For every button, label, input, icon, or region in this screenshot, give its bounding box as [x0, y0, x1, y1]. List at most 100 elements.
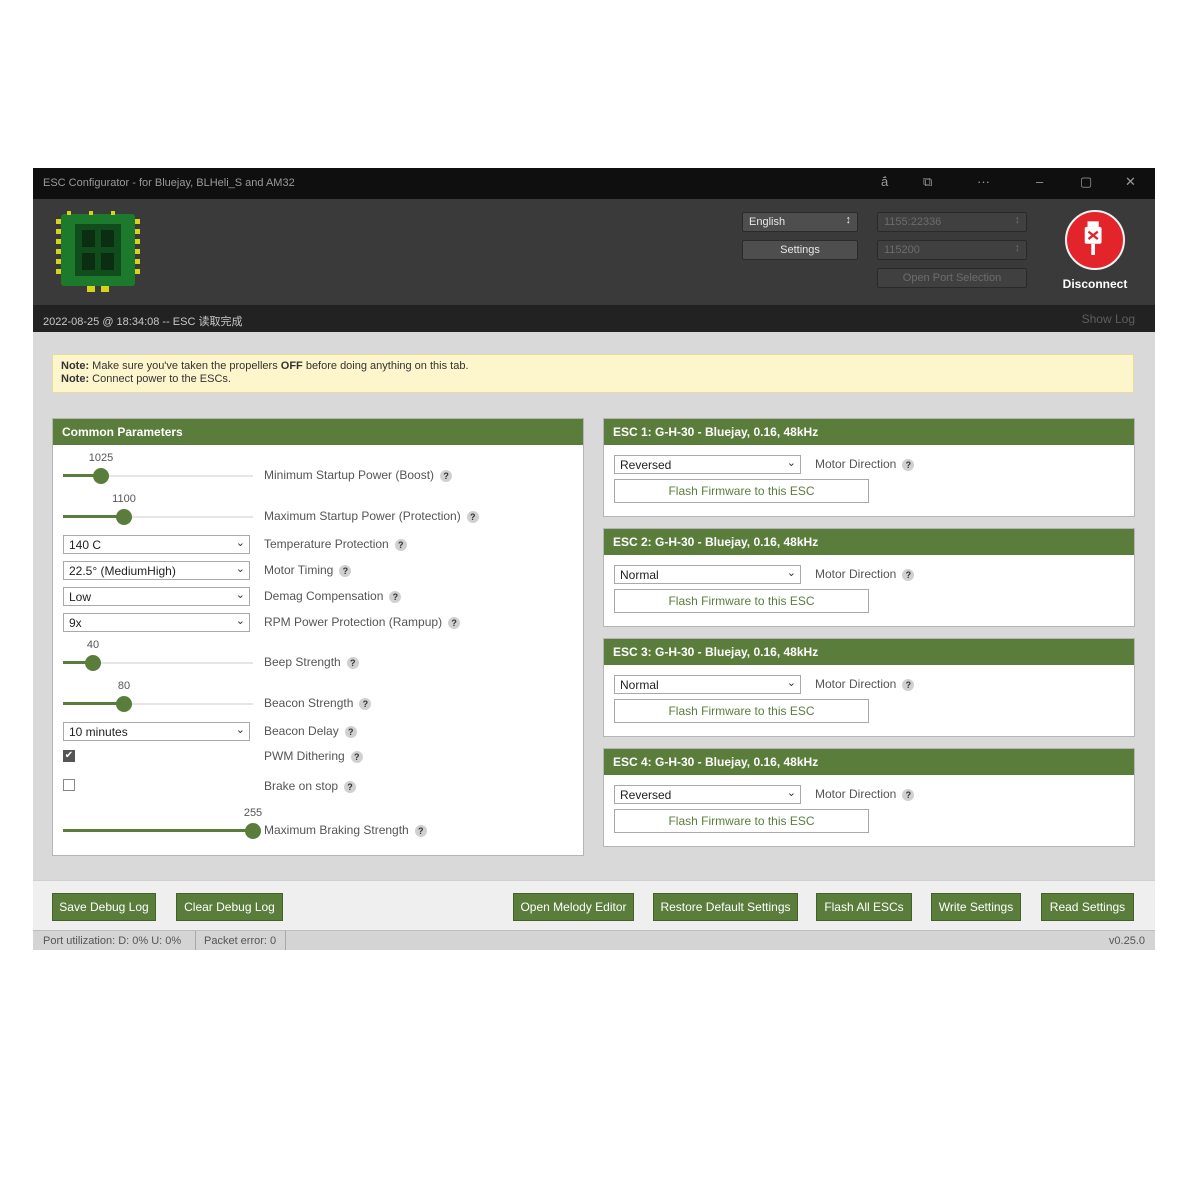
help-icon[interactable]: ?	[344, 725, 357, 738]
slider-thumb[interactable]	[116, 696, 132, 712]
note-line-2: Note: Connect power to the ESCs.	[61, 373, 1125, 386]
help-icon[interactable]: ?	[344, 780, 357, 793]
maximize-icon[interactable]: ▢	[1080, 174, 1092, 190]
help-icon[interactable]: ?	[902, 458, 915, 471]
minimize-icon[interactable]: –	[1036, 174, 1043, 189]
help-icon[interactable]: ?	[902, 678, 915, 691]
updown-icon: ↕	[1014, 214, 1021, 226]
label-text: Maximum Braking Strength	[264, 823, 409, 837]
help-icon[interactable]: ?	[466, 510, 479, 523]
slider-value: 1100	[112, 493, 136, 505]
flash-esc-button[interactable]: Flash Firmware to this ESC	[614, 479, 869, 503]
esc-title: ESC 3: G-H-30 - Bluejay, 0.16, 48kHz	[604, 639, 1134, 665]
title-bar: ESC Configurator - for Bluejay, BLHeli_S…	[33, 168, 1155, 199]
min-startup-slider[interactable]: 1025	[63, 452, 253, 486]
flash-esc-button[interactable]: Flash Firmware to this ESC	[614, 809, 869, 833]
translate-icon[interactable]: ā́	[881, 174, 888, 189]
open-port-button[interactable]: Open Port Selection	[877, 268, 1027, 288]
language-select[interactable]: English ↕	[742, 212, 858, 232]
slider-thumb[interactable]	[116, 509, 132, 525]
select-value: Reversed	[620, 458, 672, 472]
esc-1-panel: ESC 1: G-H-30 - Bluejay, 0.16, 48kHz Rev…	[603, 418, 1135, 517]
disconnect-label: Disconnect	[1062, 277, 1128, 291]
cast-icon[interactable]: ⧉	[923, 174, 932, 190]
help-icon[interactable]: ?	[359, 697, 372, 710]
rpm-protection-select[interactable]: 9x ⌄	[63, 613, 250, 632]
help-icon[interactable]: ?	[448, 616, 461, 629]
slider-thumb[interactable]	[245, 823, 261, 839]
chevron-down-icon: ⌄	[786, 567, 796, 579]
write-settings-button[interactable]: Write Settings	[931, 893, 1021, 921]
port-value: 1155:22336	[884, 216, 942, 228]
settings-button[interactable]: Settings	[742, 240, 858, 260]
footer-toolbar: Save Debug Log Clear Debug Log Open Melo…	[33, 880, 1155, 931]
save-debug-log-button[interactable]: Save Debug Log	[52, 893, 156, 921]
motor-direction-label: Motor Direction?	[815, 787, 915, 801]
pwm-dithering-checkbox[interactable]: ✔	[63, 750, 75, 762]
braking-strength-slider[interactable]: 255	[63, 807, 262, 841]
clear-debug-log-button[interactable]: Clear Debug Log	[176, 893, 283, 921]
max-startup-slider[interactable]: 1100	[63, 493, 253, 527]
chevron-down-icon: ⌄	[235, 615, 245, 627]
select-value: Low	[69, 590, 92, 604]
select-value: Reversed	[620, 788, 672, 802]
temperature-select[interactable]: 140 C ⌄	[63, 535, 250, 554]
help-icon[interactable]: ?	[350, 750, 363, 763]
show-log-link[interactable]: Show Log	[1082, 312, 1135, 326]
motor-direction-select[interactable]: Normal ⌄	[614, 675, 801, 694]
help-icon[interactable]: ?	[414, 824, 427, 837]
updown-icon: ↕	[1014, 242, 1021, 254]
brake-on-stop-checkbox[interactable]	[63, 779, 75, 791]
read-settings-button[interactable]: Read Settings	[1041, 893, 1134, 921]
beacon-strength-slider[interactable]: 80	[63, 680, 253, 714]
slider-thumb[interactable]	[85, 655, 101, 671]
more-icon[interactable]: ···	[977, 174, 990, 189]
motor-direction-select[interactable]: Reversed ⌄	[614, 785, 801, 804]
close-icon[interactable]: ✕	[1125, 174, 1136, 190]
slider-fill	[63, 829, 253, 832]
beep-strength-slider[interactable]: 40	[63, 639, 253, 673]
port-select[interactable]: 1155:22336 ↕	[877, 212, 1027, 232]
help-icon[interactable]: ?	[902, 568, 915, 581]
motor-direction-select[interactable]: Normal ⌄	[614, 565, 801, 584]
restore-default-settings-button[interactable]: Restore Default Settings	[653, 893, 798, 921]
label-text: Motor Direction	[815, 787, 897, 801]
help-icon[interactable]: ?	[902, 788, 915, 801]
help-icon[interactable]: ?	[339, 564, 352, 577]
chevron-down-icon: ⌄	[235, 537, 245, 549]
beacon-delay-select[interactable]: 10 minutes ⌄	[63, 722, 250, 741]
label-text: RPM Power Protection (Rampup)	[264, 615, 443, 629]
updown-icon: ↕	[845, 214, 852, 226]
select-value: Normal	[620, 678, 659, 692]
note-bold: Note:	[61, 373, 90, 385]
esc-title: ESC 1: G-H-30 - Bluejay, 0.16, 48kHz	[604, 419, 1134, 445]
note-text: Connect power to the ESCs.	[89, 373, 231, 385]
flash-all-escs-button[interactable]: Flash All ESCs	[816, 893, 912, 921]
demag-label: Demag Compensation?	[264, 589, 402, 603]
disconnect-button[interactable]	[1065, 210, 1125, 270]
motor-direction-select[interactable]: Reversed ⌄	[614, 455, 801, 474]
chevron-down-icon: ⌄	[235, 563, 245, 575]
select-value: 22.5° (MediumHigh)	[69, 564, 176, 578]
open-melody-editor-button[interactable]: Open Melody Editor	[513, 893, 634, 921]
help-icon[interactable]: ?	[440, 469, 453, 482]
baud-select[interactable]: 115200 ↕	[877, 240, 1027, 260]
help-icon[interactable]: ?	[389, 590, 402, 603]
flash-esc-button[interactable]: Flash Firmware to this ESC	[614, 589, 869, 613]
app-window: ESC Configurator - for Bluejay, BLHeli_S…	[33, 168, 1155, 950]
slider-thumb[interactable]	[93, 468, 109, 484]
motor-timing-select[interactable]: 22.5° (MediumHigh) ⌄	[63, 561, 250, 580]
help-icon[interactable]: ?	[346, 656, 359, 669]
select-value: Normal	[620, 568, 659, 582]
label-text: Demag Compensation	[264, 589, 384, 603]
braking-strength-label: Maximum Braking Strength?	[264, 823, 427, 837]
esc-4-panel: ESC 4: G-H-30 - Bluejay, 0.16, 48kHz Rev…	[603, 748, 1135, 847]
help-icon[interactable]: ?	[394, 538, 407, 551]
select-value: 9x	[69, 616, 82, 630]
slider-value: 80	[117, 680, 131, 692]
demag-select[interactable]: Low ⌄	[63, 587, 250, 606]
slider-value: 255	[243, 807, 263, 819]
flash-esc-button[interactable]: Flash Firmware to this ESC	[614, 699, 869, 723]
min-startup-label: Minimum Startup Power (Boost)?	[264, 468, 453, 482]
chevron-down-icon: ⌄	[786, 787, 796, 799]
